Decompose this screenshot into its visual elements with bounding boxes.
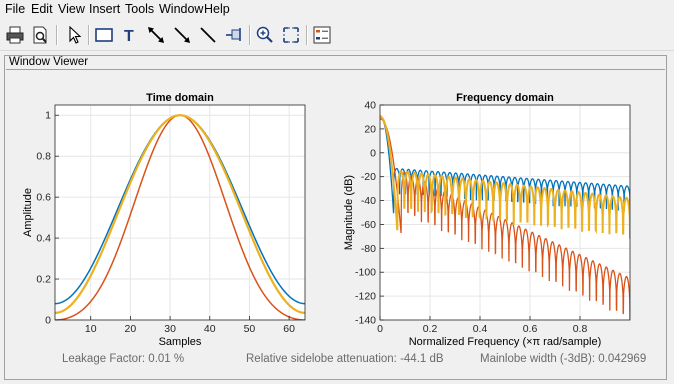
x-tick-label: 60: [283, 323, 295, 335]
x-tick-label: 20: [125, 323, 137, 335]
chart-title: Frequency domain: [456, 92, 554, 104]
y-axis-label: Amplitude: [22, 188, 34, 237]
freq-axes-background: [380, 105, 630, 320]
x-tick-label: 10: [85, 323, 97, 335]
sidelobe-attenuation-text: Relative sidelobe attenuation: -44.1 dB: [246, 353, 444, 365]
x-tick-label: 0.6: [523, 323, 538, 335]
x-axis-label: Samples: [159, 336, 202, 348]
x-tick-label: 0.2: [423, 323, 438, 335]
y-tick-label: 0.6: [36, 192, 51, 204]
y-tick-label: 0: [45, 315, 51, 327]
y-tick-label: -140: [355, 315, 376, 327]
x-tick-label: 0.4: [473, 323, 488, 335]
x-tick-label: 30: [164, 323, 176, 335]
y-tick-label: -60: [361, 219, 376, 231]
y-tick-label: -40: [361, 195, 376, 207]
y-tick-label: 40: [364, 100, 376, 112]
y-tick-label: 0: [370, 147, 376, 159]
y-tick-label: -80: [361, 243, 376, 255]
x-axis-label: Normalized Frequency (×π rad/sample): [409, 336, 602, 348]
y-tick-label: 0.2: [36, 274, 51, 286]
y-tick-label: 20: [364, 123, 376, 135]
chart-title: Time domain: [146, 92, 214, 104]
charts-area: 10 20 30 40 50 60 0 0.2 0.4 0.6 0.8 1 Time domain Sam…: [22, 92, 631, 348]
x-tick-label: 0: [377, 323, 383, 335]
x-tick-label: 0.8: [573, 323, 588, 335]
y-tick-label: -20: [361, 171, 376, 183]
x-tick-label: 40: [204, 323, 216, 335]
y-tick-label: -100: [355, 267, 376, 279]
y-tick-label: 0.4: [36, 233, 51, 245]
x-tick-label: 50: [244, 323, 256, 335]
y-axis-label: Magnitude (dB): [343, 175, 355, 250]
mainlobe-width-text: Mainlobe width (-3dB): 0.042969: [480, 353, 647, 365]
y-tick-label: 1: [45, 110, 51, 122]
leakage-factor-text: Leakage Factor: 0.01 %: [62, 353, 185, 365]
y-tick-label: 0.8: [36, 151, 51, 163]
y-tick-label: -120: [355, 291, 376, 303]
time-axes-background: [55, 105, 305, 320]
